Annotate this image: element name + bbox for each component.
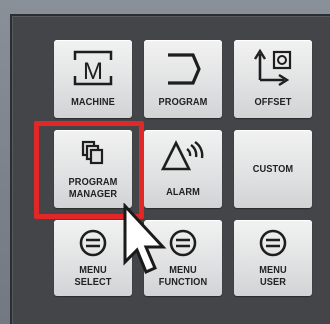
menu-select-key-label: MENU SELECT bbox=[74, 264, 112, 288]
program-key[interactable]: PROGRAM bbox=[144, 40, 222, 118]
custom-key[interactable]: CUSTOM bbox=[234, 130, 312, 208]
screen: M MACHINE PROGRAM OFFSET PROGRAM MANAGER bbox=[0, 0, 330, 324]
machine-m-icon: M bbox=[73, 50, 113, 86]
menu-key-icon bbox=[259, 229, 287, 257]
menu-key-icon bbox=[79, 229, 107, 257]
alarm-key-label: ALARM bbox=[166, 186, 200, 198]
program-key-label: PROGRAM bbox=[158, 96, 208, 108]
alarm-icon bbox=[160, 140, 204, 171]
alarm-key[interactable]: ALARM bbox=[144, 130, 222, 208]
menu-user-key[interactable]: MENU USER bbox=[234, 220, 312, 296]
svg-text:M: M bbox=[83, 58, 103, 85]
mouse-pointer-icon bbox=[123, 203, 167, 274]
machine-key-label: MACHINE bbox=[71, 96, 115, 108]
offset-key[interactable]: OFFSET bbox=[234, 40, 312, 118]
machine-key[interactable]: M MACHINE bbox=[54, 40, 132, 118]
offset-key-label: OFFSET bbox=[254, 96, 292, 108]
menu-key-icon bbox=[169, 229, 197, 257]
offset-axis-icon bbox=[253, 48, 292, 87]
custom-key-label: CUSTOM bbox=[252, 163, 294, 175]
program-arrow-icon bbox=[168, 53, 201, 85]
menu-user-key-label: MENU USER bbox=[259, 264, 287, 288]
